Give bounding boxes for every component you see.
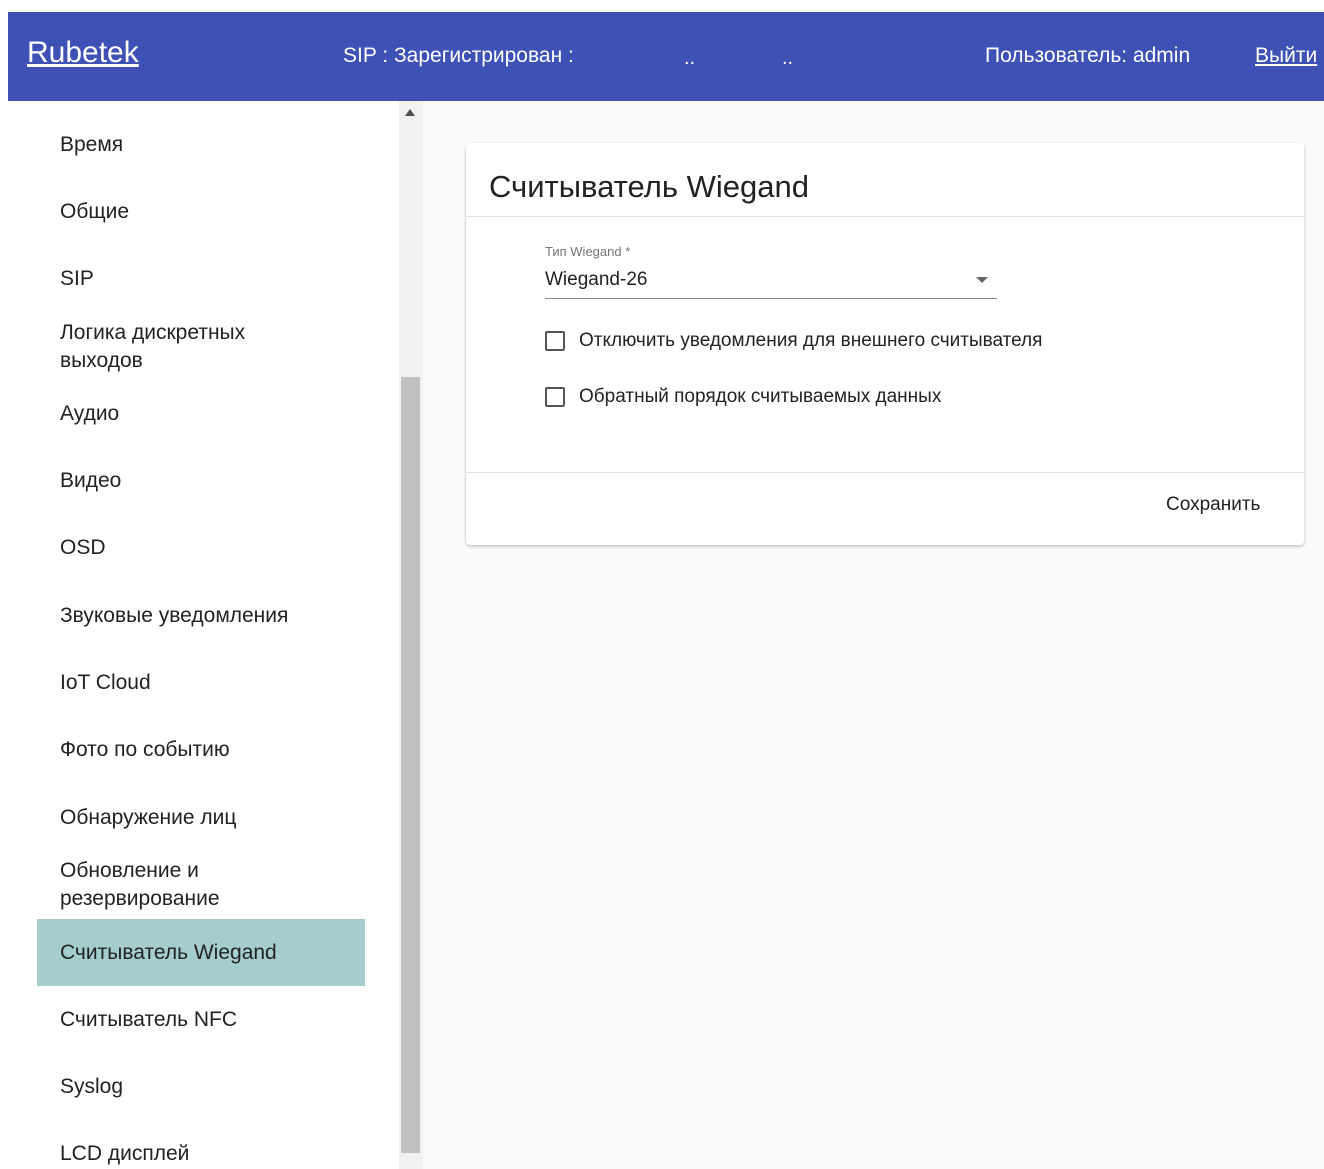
scrollbar-thumb[interactable] <box>401 377 420 1153</box>
brand-link[interactable]: Rubetek <box>27 36 139 70</box>
sidebar-item-wiegand-reader[interactable]: Считыватель Wiegand <box>37 919 365 986</box>
sidebar-nav: Время Общие SIP Логика дискретных выходо… <box>8 101 400 1169</box>
sidebar-item-label: Видео <box>60 469 122 492</box>
sidebar-item-sound-notifications[interactable]: Звуковые уведомления <box>37 602 365 630</box>
sidebar-item-sip[interactable]: SIP <box>37 265 365 293</box>
main-content: Считыватель Wiegand Тип Wiegand * Wiegan… <box>423 101 1324 1169</box>
top-app-bar: Rubetek SIP : Зарегистрирован : .. .. По… <box>8 12 1324 101</box>
page: Rubetek SIP : Зарегистрирован : .. .. По… <box>0 0 1324 1169</box>
save-button[interactable]: Сохранить <box>1166 494 1260 516</box>
sidebar-item-iot-cloud[interactable]: IoT Cloud <box>37 669 365 697</box>
checkbox-label: Отключить уведомления для внешнего считы… <box>579 330 1043 351</box>
checkbox-label: Обратный порядок считываемых данных <box>579 386 942 407</box>
select-underline <box>545 298 997 299</box>
wiegand-type-label: Тип Wiegand * <box>545 244 631 259</box>
sidebar-item-time[interactable]: Время <box>37 131 365 159</box>
sidebar-item-nfc-reader[interactable]: Считыватель NFC <box>37 1006 365 1034</box>
scroll-up-arrow-icon[interactable] <box>405 109 415 116</box>
sidebar-item-audio[interactable]: Аудио <box>37 400 365 428</box>
sidebar-item-label: Обновление и резервирование <box>60 859 220 910</box>
disable-external-reader-notifications-checkbox[interactable] <box>545 331 565 351</box>
card-title: Считыватель Wiegand <box>489 169 809 204</box>
reverse-data-order-checkbox[interactable] <box>545 387 565 407</box>
sidebar-item-label: Аудио <box>60 402 120 425</box>
card-footer-divider <box>466 472 1304 473</box>
logout-link[interactable]: Выйти <box>1255 44 1317 68</box>
sidebar-item-label: Syslog <box>60 1075 124 1098</box>
sidebar-item-video[interactable]: Видео <box>37 467 365 495</box>
sip-status-detail-1: .. <box>684 47 696 69</box>
sidebar-scrollbar[interactable] <box>399 101 423 1169</box>
current-user-label: Пользователь: admin <box>985 44 1191 67</box>
sidebar-item-event-photo[interactable]: Фото по событию <box>37 736 365 764</box>
sidebar-item-label: Обнаружение лиц <box>60 806 237 829</box>
sidebar-item-general[interactable]: Общие <box>37 198 365 226</box>
sidebar-item-face-detection[interactable]: Обнаружение лиц <box>37 804 365 832</box>
sidebar-item-syslog[interactable]: Syslog <box>37 1073 365 1101</box>
sidebar-item-label: OSD <box>60 536 106 559</box>
sidebar-item-label: Фото по событию <box>60 738 230 761</box>
sidebar-item-label: Время <box>60 133 124 156</box>
dropdown-arrow-icon[interactable] <box>976 277 988 283</box>
sidebar-item-label: Логика дискретных выходов <box>60 321 246 372</box>
sip-status-text: SIP : Зарегистрирован : <box>343 44 574 67</box>
sidebar-item-discrete-outputs[interactable]: Логика дискретных выходов <box>37 319 297 375</box>
card-header-divider <box>466 216 1304 217</box>
sidebar-item-label: Общие <box>60 200 130 223</box>
sidebar-item-osd[interactable]: OSD <box>37 534 365 562</box>
sidebar-item-label: SIP <box>60 267 94 290</box>
sidebar-item-label: Считыватель Wiegand <box>60 941 277 964</box>
sidebar-item-update-backup[interactable]: Обновление и резервирование <box>37 857 257 913</box>
sidebar-item-label: LCD дисплей <box>60 1142 190 1165</box>
sidebar-item-label: Звуковые уведомления <box>60 604 289 627</box>
sip-status-detail-2: .. <box>782 47 794 69</box>
wiegand-type-value: Wiegand-26 <box>545 269 648 290</box>
wiegand-settings-card: Считыватель Wiegand Тип Wiegand * Wiegan… <box>466 143 1304 545</box>
sidebar-item-label: IoT Cloud <box>60 671 151 694</box>
sidebar-item-label: Считыватель NFC <box>60 1008 238 1031</box>
sidebar-item-lcd-display[interactable]: LCD дисплей <box>37 1140 365 1168</box>
